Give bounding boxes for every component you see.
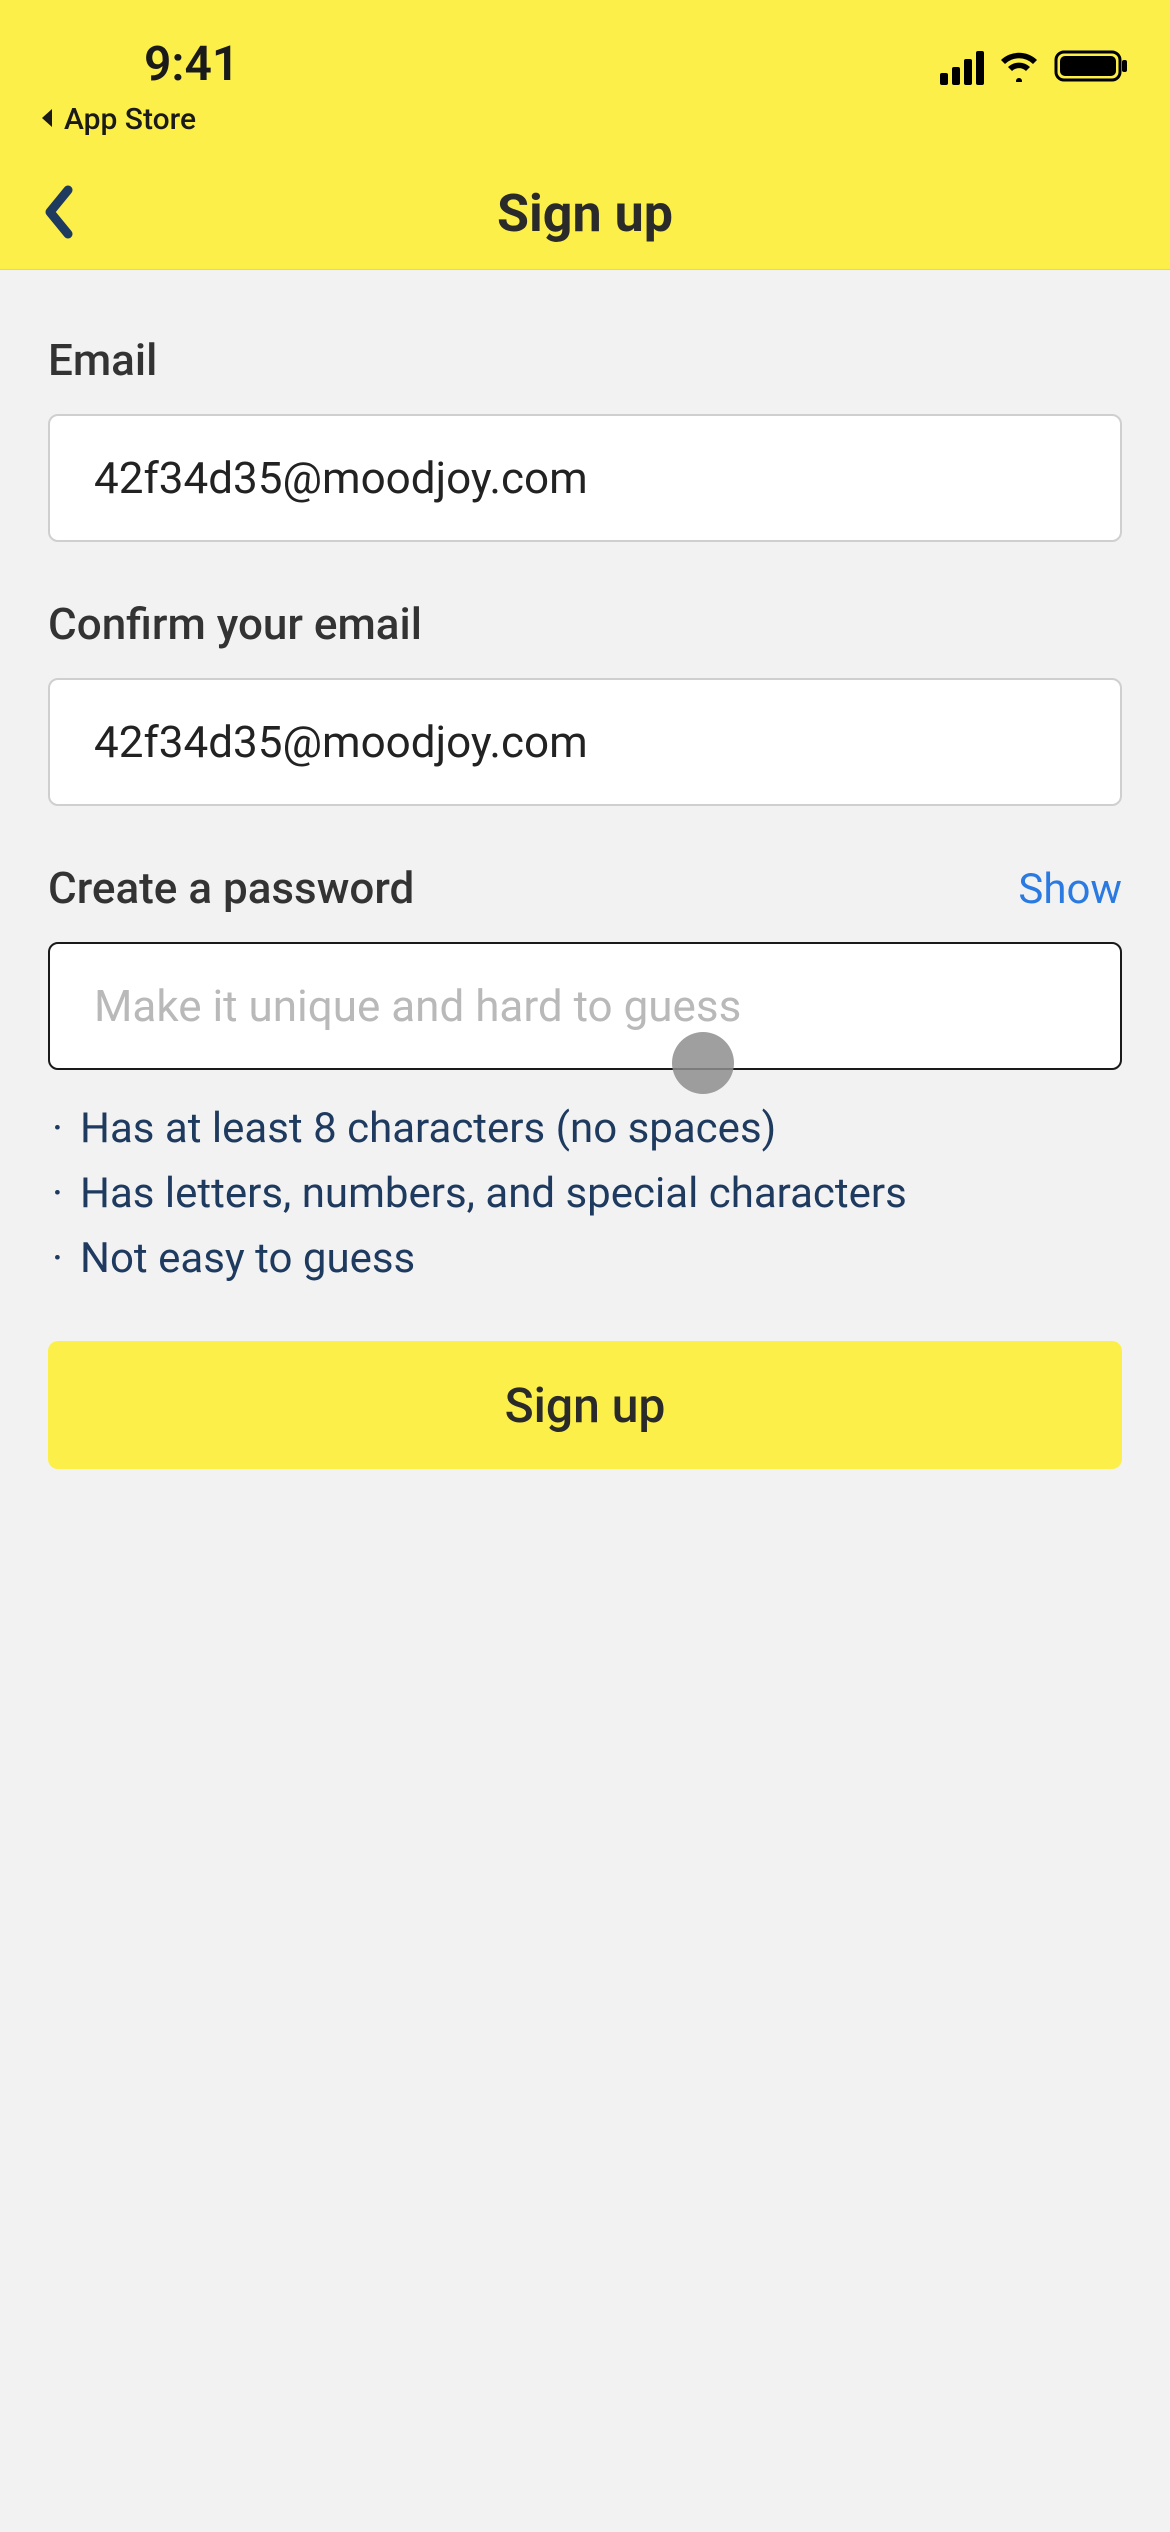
email-label: Email (48, 334, 1122, 386)
page-title: Sign up (0, 183, 1170, 244)
nav-bar: Sign up (0, 158, 1170, 270)
status-bar: 9:41 (0, 0, 1170, 100)
confirm-email-input[interactable] (48, 678, 1122, 806)
show-password-button[interactable]: Show (1018, 865, 1122, 914)
battery-icon (1054, 48, 1130, 88)
breadcrumb-bar: App Store (0, 100, 1170, 158)
password-label: Create a password (48, 862, 414, 914)
email-field-group: Email (48, 334, 1122, 542)
cellular-signal-icon (940, 51, 984, 85)
password-requirement-item: ·Not easy to guess (48, 1226, 1122, 1291)
status-icons (940, 48, 1130, 92)
signup-button[interactable]: Sign up (48, 1341, 1122, 1469)
back-button[interactable] (40, 184, 76, 244)
status-time: 9:41 (48, 35, 239, 92)
breadcrumb-back-icon (38, 102, 56, 137)
confirm-email-field-group: Confirm your email (48, 598, 1122, 806)
password-field-group: Create a password Show (48, 862, 1122, 1070)
breadcrumb-back-to-app-store[interactable]: App Store (38, 102, 196, 137)
confirm-email-label: Confirm your email (48, 598, 1122, 650)
password-input[interactable] (48, 942, 1122, 1070)
password-requirement-item: ·Has letters, numbers, and special chara… (48, 1161, 1122, 1226)
breadcrumb-label: App Store (64, 102, 196, 137)
email-input[interactable] (48, 414, 1122, 542)
signup-form: Email Confirm your email Create a passwo… (0, 270, 1170, 1469)
wifi-icon (998, 50, 1040, 86)
password-requirement-item: ·Has at least 8 characters (no spaces) (48, 1096, 1122, 1161)
password-requirements: ·Has at least 8 characters (no spaces) ·… (48, 1096, 1122, 1291)
chevron-left-icon (40, 184, 76, 240)
